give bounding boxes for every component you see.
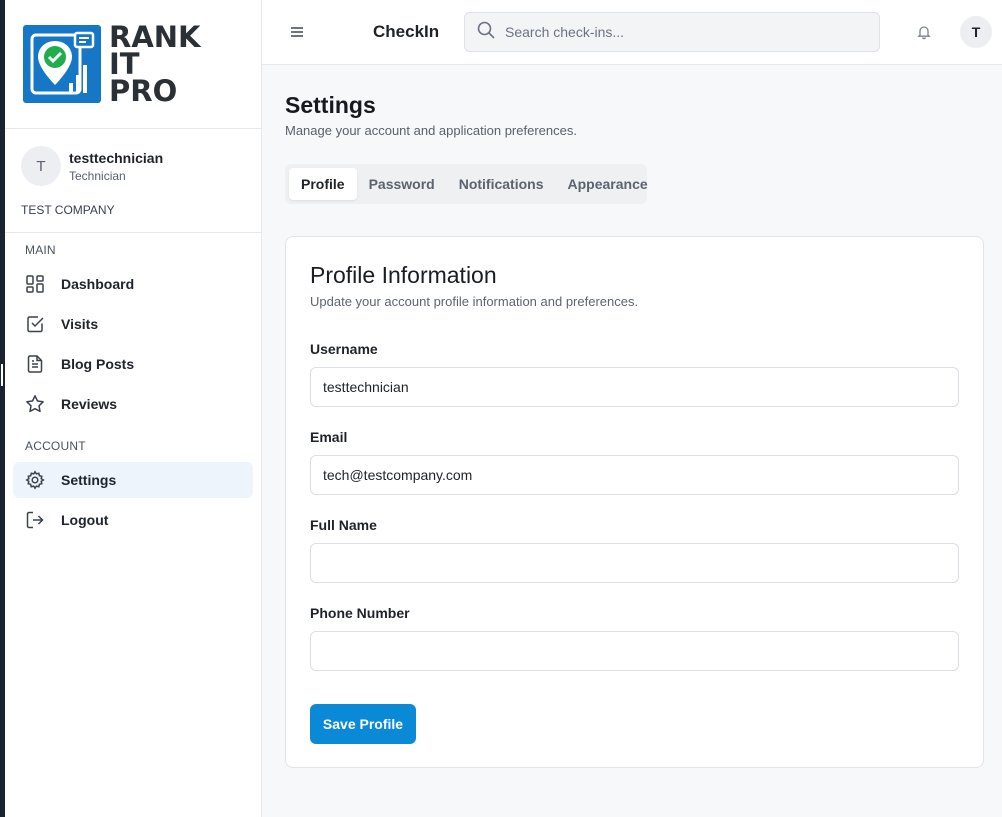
user-name: testtechnician xyxy=(69,150,164,166)
tab-password[interactable]: Password xyxy=(357,168,447,200)
sidebar-item-settings[interactable]: Settings xyxy=(13,462,253,498)
full-name-field[interactable] xyxy=(310,543,959,583)
logo-mark-icon xyxy=(23,25,101,103)
username-label: Username xyxy=(310,341,378,357)
star-icon xyxy=(25,394,45,414)
logo-wordmark: RANK IT PRO xyxy=(109,22,201,108)
sidebar-item-label: Blog Posts xyxy=(61,356,135,372)
checkbox-icon xyxy=(25,314,45,334)
logout-icon xyxy=(25,510,45,530)
logo-line-3: PRO xyxy=(109,73,178,108)
brand-logo[interactable]: RANK IT PRO xyxy=(23,22,201,108)
sidebar-item-label: Visits xyxy=(61,316,99,332)
avatar: T xyxy=(21,146,61,186)
sidebar-item-label: Logout xyxy=(61,512,109,528)
email-field[interactable] xyxy=(310,455,959,495)
app-title: CheckIn xyxy=(373,22,440,41)
phone-number-field[interactable] xyxy=(310,631,959,671)
page-title: Settings xyxy=(285,92,376,118)
sidebar-item-logout[interactable]: Logout xyxy=(13,502,253,538)
sidebar-item-visits[interactable]: Visits xyxy=(13,306,253,342)
sidebar: RANK IT PRO T testtechnician Technician … xyxy=(5,0,262,817)
username-field[interactable] xyxy=(310,367,959,407)
bell-icon[interactable] xyxy=(914,22,934,42)
nav-section-main: MAIN xyxy=(25,243,56,257)
document-icon xyxy=(25,354,45,374)
phone-number-label: Phone Number xyxy=(310,605,410,621)
sidebar-item-label: Settings xyxy=(61,472,117,488)
top-bar: CheckIn T xyxy=(262,0,1002,65)
user-role: Technician xyxy=(69,169,126,183)
tab-profile[interactable]: Profile xyxy=(289,168,357,200)
sidebar-item-label: Reviews xyxy=(61,396,118,412)
settings-tabs: Profile Password Notifications Appearanc… xyxy=(285,164,648,204)
tab-appearance[interactable]: Appearance xyxy=(556,168,660,200)
sidebar-item-blog-posts[interactable]: Blog Posts xyxy=(13,346,253,382)
search-icon xyxy=(477,21,495,44)
search-input[interactable] xyxy=(505,24,865,40)
page-subtitle: Manage your account and application pref… xyxy=(285,123,577,138)
user-profile-block: T testtechnician Technician TEST COMPANY xyxy=(5,129,261,233)
logo-area: RANK IT PRO xyxy=(5,0,261,129)
sidebar-item-dashboard[interactable]: Dashboard xyxy=(13,266,253,302)
search-box[interactable] xyxy=(464,12,880,52)
sidebar-item-label: Dashboard xyxy=(61,276,135,292)
gear-icon xyxy=(25,470,45,490)
nav-section-account: ACCOUNT xyxy=(25,439,86,453)
hamburger-icon[interactable] xyxy=(288,22,306,42)
full-name-label: Full Name xyxy=(310,517,377,533)
profile-card: Profile Information Update your account … xyxy=(285,236,984,768)
company-name: TEST COMPANY xyxy=(21,203,115,217)
user-avatar-button[interactable]: T xyxy=(960,16,992,48)
tab-notifications[interactable]: Notifications xyxy=(447,168,556,200)
card-title: Profile Information xyxy=(310,262,497,288)
edge-marker xyxy=(1,364,3,386)
email-label: Email xyxy=(310,429,348,445)
sidebar-item-reviews[interactable]: Reviews xyxy=(13,386,253,422)
dashboard-icon xyxy=(25,274,45,294)
card-subtitle: Update your account profile information … xyxy=(310,294,639,309)
save-profile-button[interactable]: Save Profile xyxy=(310,704,416,744)
